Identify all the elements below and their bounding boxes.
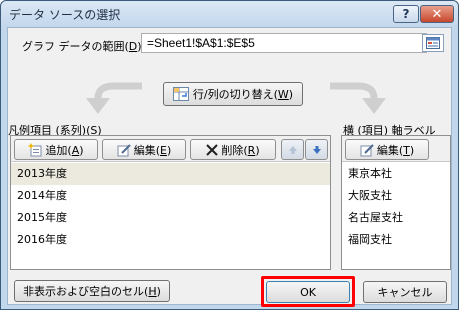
select-data-source-dialog: データ ソースの選択 ? ✕ グラフ データの範囲(D): =Sheet1!$A…: [0, 0, 459, 310]
curved-arrow-right-icon: [330, 82, 386, 114]
collapse-dialog-icon: [426, 37, 440, 49]
edit-icon: [117, 143, 131, 156]
chart-data-range-label: グラフ データの範囲(D):: [22, 40, 145, 53]
hidden-empty-cells-button[interactable]: 非表示および空白のセル(H): [14, 280, 170, 302]
add-series-icon: [28, 142, 42, 156]
collapse-dialog-button[interactable]: [422, 34, 444, 52]
move-down-button[interactable]: [305, 139, 328, 160]
chart-data-range-input[interactable]: =Sheet1!$A$1:$E$5: [141, 33, 427, 53]
dialog-body: グラフ データの範囲(D): =Sheet1!$A$1:$E$5: [7, 27, 452, 307]
edit-icon: [360, 143, 374, 156]
axis-labels-list: 東京本社 大阪支社 名古屋支社 福岡支社: [342, 163, 450, 251]
axis-label-item[interactable]: 東京本社: [342, 163, 450, 185]
axis-label-item[interactable]: 大阪支社: [342, 185, 450, 207]
add-series-button[interactable]: 追加(A): [14, 139, 98, 160]
move-down-icon: [312, 145, 321, 154]
series-item[interactable]: 2013年度: [11, 163, 330, 185]
cancel-button[interactable]: キャンセル: [363, 281, 447, 303]
move-up-icon: [288, 145, 297, 154]
axis-toolbar: 編集(T): [342, 136, 450, 162]
series-item[interactable]: 2014年度: [11, 185, 330, 207]
delete-icon: [206, 143, 219, 156]
help-icon: ?: [402, 7, 410, 21]
series-toolbar: 追加(A) 編集(E) 削除(R): [11, 136, 330, 162]
legend-entries-panel: 追加(A) 編集(E) 削除(R) 2013年度 2014年度 2015年度 2…: [10, 135, 331, 270]
close-button[interactable]: ✕: [420, 5, 454, 23]
edit-axis-labels-button[interactable]: 編集(T): [345, 139, 429, 160]
axis-label-item[interactable]: 福岡支社: [342, 229, 450, 251]
help-button[interactable]: ?: [393, 5, 419, 23]
title-bar: データ ソースの選択 ? ✕: [1, 1, 458, 27]
axis-labels-panel: 編集(T) 東京本社 大阪支社 名古屋支社 福岡支社: [341, 135, 451, 270]
ok-button[interactable]: OK: [266, 281, 350, 303]
delete-series-button[interactable]: 削除(R): [190, 139, 276, 160]
series-item[interactable]: 2016年度: [11, 229, 330, 251]
switch-row-column-label: 行/列の切り替え(W): [192, 88, 294, 101]
curved-arrow-left-icon: [86, 82, 142, 114]
series-list: 2013年度 2014年度 2015年度 2016年度: [11, 163, 330, 251]
edit-series-button[interactable]: 編集(E): [102, 139, 186, 160]
dialog-title: データ ソースの選択: [9, 8, 121, 22]
series-item[interactable]: 2015年度: [11, 207, 330, 229]
switch-row-column-icon: [172, 87, 189, 101]
move-up-button[interactable]: [281, 139, 304, 160]
close-icon: ✕: [431, 6, 443, 22]
switch-row-column-button[interactable]: 行/列の切り替え(W): [163, 82, 303, 106]
axis-label-item[interactable]: 名古屋支社: [342, 207, 450, 229]
